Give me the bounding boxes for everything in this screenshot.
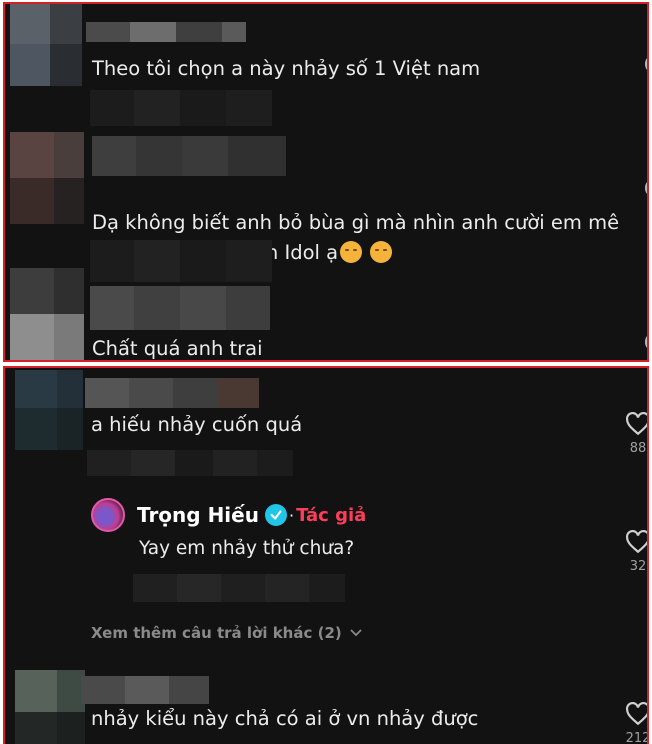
like-count: 32 <box>629 559 647 574</box>
reply-text: Yay em nhảy thử chưa? <box>139 538 355 559</box>
heart-icon[interactable] <box>645 56 647 72</box>
avatar[interactable] <box>10 132 84 224</box>
username-redacted <box>81 676 209 704</box>
heart-icon[interactable] <box>645 180 647 196</box>
author-tag: Tác giả <box>296 504 367 526</box>
comment-text: Chất quá anh trai <box>92 337 263 360</box>
author-name[interactable]: Trọng Hiếu <box>137 503 259 527</box>
username-redacted <box>90 286 270 330</box>
comment-text: a hiếu nhảy cuốn quá <box>91 413 303 436</box>
meta-redacted <box>90 240 272 282</box>
like-button[interactable]: 212 <box>623 702 649 744</box>
avatar[interactable] <box>10 268 84 360</box>
username-redacted <box>85 378 259 408</box>
like-count: 212 <box>625 731 649 744</box>
reply-header: Trọng Hiếu · Tác giả <box>91 498 366 532</box>
comments-panel-bottom: a hiếu nhảy cuốn quá 88 Trọng Hiếu · Tác… <box>3 366 649 744</box>
author-avatar[interactable] <box>91 498 125 532</box>
like-count: 88 <box>629 441 647 456</box>
meta-redacted <box>90 90 272 126</box>
chevron-down-icon <box>350 629 362 637</box>
hugging-face-icon <box>370 241 393 263</box>
view-more-replies-button[interactable]: Xem thêm câu trả lời khác (2) <box>91 624 362 642</box>
username-redacted <box>86 22 246 42</box>
view-more-replies-label: Xem thêm câu trả lời khác (2) <box>91 624 342 642</box>
hugging-face-icon <box>340 241 363 263</box>
like-button[interactable]: 88 <box>623 412 647 456</box>
comment-text: Theo tôi chọn a này nhảy số 1 Việt nam <box>92 57 481 80</box>
comment-text: nhảy kiểu này chả có ai ở vn nhảy được <box>91 707 479 730</box>
avatar[interactable] <box>15 370 83 450</box>
meta-redacted <box>87 450 293 476</box>
heart-icon <box>626 412 647 436</box>
comments-panel-top: Theo tôi chọn a này nhảy số 1 Việt nam D… <box>3 2 649 362</box>
heart-icon[interactable] <box>645 334 647 350</box>
heart-icon <box>626 702 647 726</box>
verified-badge-icon <box>264 504 287 526</box>
heart-icon <box>626 530 647 554</box>
avatar[interactable] <box>15 670 85 744</box>
avatar[interactable] <box>10 4 82 86</box>
username-redacted <box>92 136 286 176</box>
separator-dot: · <box>288 505 295 525</box>
like-button[interactable]: 32 <box>623 530 647 574</box>
meta-redacted <box>133 574 345 602</box>
